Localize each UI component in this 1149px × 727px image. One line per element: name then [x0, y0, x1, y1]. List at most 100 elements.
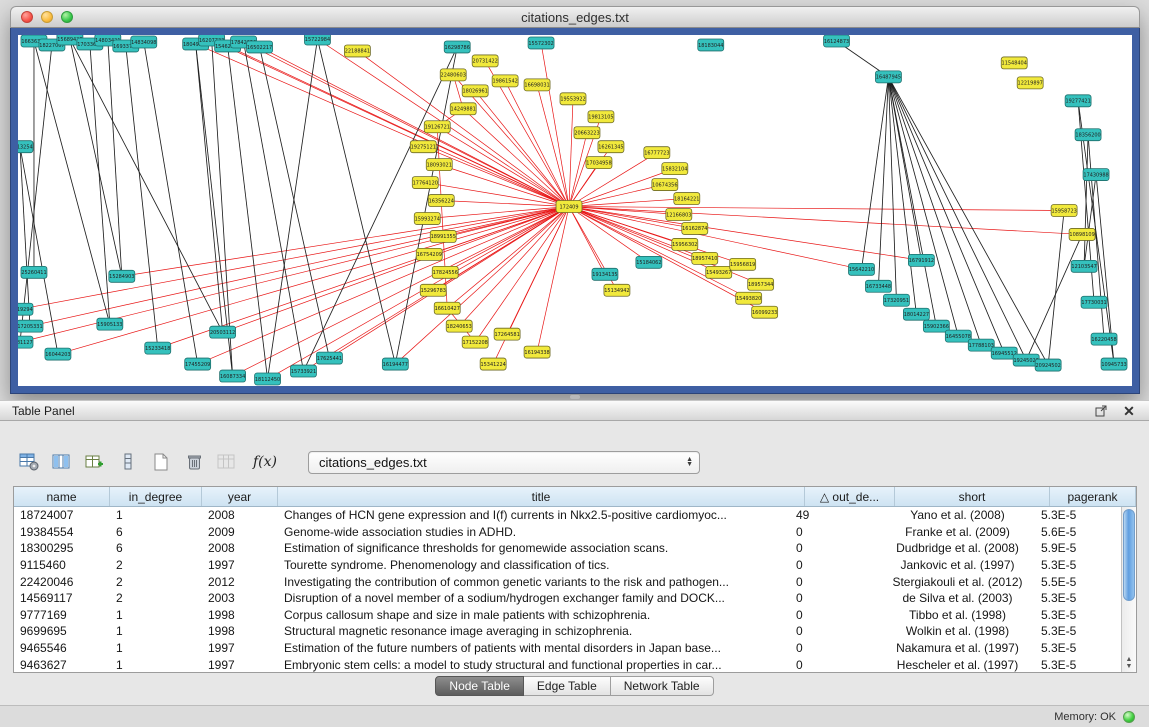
graph-node[interactable]: 15284903 [109, 270, 135, 282]
table-row[interactable]: 977716911998Corpus callosum shape and si… [14, 607, 1121, 624]
graph-node[interactable]: 16087334 [220, 370, 246, 382]
graph-node[interactable]: 15956819 [730, 258, 756, 270]
graph-node[interactable]: 14834098 [131, 36, 157, 48]
scrollbar-arrows-icon[interactable]: ▲▼ [1122, 656, 1136, 670]
graph-node[interactable]: 18356200 [1075, 129, 1101, 141]
graph-node[interactable]: 15134942 [604, 284, 630, 296]
graph-node[interactable]: 12219897 [1017, 77, 1043, 89]
graph-node[interactable]: 18026961 [462, 85, 488, 97]
graph-node[interactable]: 16698031 [524, 79, 550, 91]
graph-node[interactable]: 20503112 [210, 326, 236, 338]
graph-node[interactable]: 17455209 [185, 358, 211, 370]
graph-node[interactable]: 19275121 [410, 141, 436, 153]
graph-node[interactable]: 18164221 [674, 193, 700, 205]
network-table-selector[interactable]: citations_edges.txt ▲▼ [308, 451, 700, 474]
graph-node[interactable]: 16791912 [908, 254, 934, 266]
table-row[interactable]: 969969511998Structural magnetic resonanc… [14, 623, 1121, 640]
graph-node[interactable]: 22480603 [440, 69, 466, 81]
graph-node[interactable]: 15341224 [480, 358, 506, 370]
graph-node[interactable]: 12166803 [666, 209, 692, 221]
graph-node[interactable]: 16194338 [524, 346, 550, 358]
graph-node[interactable]: 15958723 [1051, 205, 1077, 217]
table-mode-button[interactable] [18, 450, 40, 474]
graph-node[interactable]: 18957344 [748, 278, 774, 290]
table-row[interactable]: 911546021997Tourette syndrome. Phenomeno… [14, 557, 1121, 574]
graph-node[interactable]: 16777723 [644, 147, 670, 159]
graph-node[interactable]: 16124873 [824, 35, 850, 47]
graph-node[interactable]: 19126721 [424, 121, 450, 133]
graph-node[interactable]: 16194477 [382, 358, 408, 370]
graph-node[interactable]: 15902366 [923, 320, 949, 332]
tab-network-table[interactable]: Network Table [611, 676, 714, 696]
column-header-title[interactable]: title [278, 487, 805, 506]
graph-node[interactable]: 23081127 [18, 336, 33, 348]
column-header-pagerank[interactable]: pagerank [1050, 487, 1136, 506]
graph-node[interactable]: 10898109 [1069, 228, 1095, 240]
graph-node[interactable]: 18991355 [430, 230, 456, 242]
table-row[interactable]: 1872400712008Changes of HCN gene express… [14, 507, 1121, 524]
graph-node[interactable]: 18183044 [698, 39, 724, 51]
graph-node[interactable]: 19277421 [1065, 95, 1091, 107]
graph-node[interactable]: 17205331 [18, 320, 43, 332]
graph-node[interactable]: 11548404 [1001, 57, 1027, 69]
graph-node[interactable]: 18240653 [446, 320, 472, 332]
graph-node[interactable]: 20663223 [574, 127, 600, 139]
table-row[interactable]: 946362711997Embryonic stem cells: a mode… [14, 656, 1121, 672]
graph-node[interactable]: 17788103 [968, 339, 994, 351]
graph-node[interactable]: 20924502 [1035, 359, 1061, 371]
graph-node[interactable]: 16754209 [416, 248, 442, 260]
graph-node[interactable]: 16298786 [444, 41, 470, 53]
graph-node[interactable]: 22188841 [344, 45, 370, 57]
graph-node[interactable]: 18014227 [903, 308, 929, 320]
scrollbar-thumb[interactable] [1123, 509, 1135, 601]
graph-node[interactable]: 20731422 [472, 55, 498, 67]
single-column-button[interactable] [117, 450, 139, 474]
graph-node[interactable]: 16261345 [598, 141, 624, 153]
graph-node[interactable]: 14249881 [450, 103, 476, 115]
graph-node[interactable]: 25260411 [21, 266, 47, 278]
graph-node[interactable]: 15905133 [97, 318, 123, 330]
graph-node[interactable]: 15993274 [414, 212, 440, 224]
graph-node[interactable]: 19134135 [592, 268, 618, 280]
graph-node[interactable]: 16044203 [45, 348, 71, 360]
graph-node[interactable]: 17264581 [494, 328, 520, 340]
graph-node[interactable]: 17034958 [586, 157, 612, 169]
tab-edge-table[interactable]: Edge Table [524, 676, 611, 696]
merge-table-button[interactable] [216, 450, 238, 474]
graph-node[interactable]: 15572302 [528, 37, 554, 49]
graph-node[interactable]: 15832104 [662, 163, 688, 175]
table-row[interactable]: 2242004622012Investigating the contribut… [14, 573, 1121, 590]
graph-node[interactable]: 15493820 [736, 292, 762, 304]
new-table-button[interactable] [150, 450, 172, 474]
graph-node[interactable]: 17625441 [316, 352, 342, 364]
graph-node[interactable]: 10674356 [652, 179, 678, 191]
graph-node[interactable]: 18957410 [692, 252, 718, 264]
graph-node[interactable]: 16733448 [865, 280, 891, 292]
new-column-button[interactable] [84, 450, 106, 474]
table-row[interactable]: 1830029562008Estimation of significance … [14, 540, 1121, 557]
graph-node[interactable]: 15233418 [145, 342, 171, 354]
graph-node[interactable]: 20513254 [18, 141, 33, 153]
graph-node[interactable]: 19861542 [492, 75, 518, 87]
graph-node[interactable]: 172409 [556, 201, 582, 213]
graph-node[interactable]: 17152208 [462, 336, 488, 348]
close-window-button[interactable] [21, 11, 33, 23]
delete-table-button[interactable] [183, 450, 205, 474]
network-window-titlebar[interactable]: citations_edges.txt [10, 6, 1140, 28]
graph-node[interactable]: 16220458 [1091, 333, 1117, 345]
graph-node[interactable]: 15956302 [672, 238, 698, 250]
network-canvas[interactable]: 1724091912672119275121180930211776412016… [18, 35, 1132, 386]
graph-node[interactable]: 15184062 [636, 256, 662, 268]
table-vertical-scrollbar[interactable]: ▲▼ [1121, 507, 1136, 672]
minimize-window-button[interactable] [41, 11, 53, 23]
graph-node[interactable]: 19813105 [588, 111, 614, 123]
column-header-short[interactable]: short [895, 487, 1050, 506]
graph-node[interactable]: 18319294 [18, 303, 33, 315]
graph-node[interactable]: 17730031 [1081, 296, 1107, 308]
close-panel-icon[interactable]: ✕ [1121, 403, 1137, 419]
graph-node[interactable]: 15642210 [849, 263, 875, 275]
splitter-grip[interactable] [570, 395, 580, 399]
graph-node[interactable]: 16487945 [875, 71, 901, 83]
column-header-name[interactable]: name [14, 487, 110, 506]
graph-node[interactable]: 12103547 [1071, 260, 1097, 272]
